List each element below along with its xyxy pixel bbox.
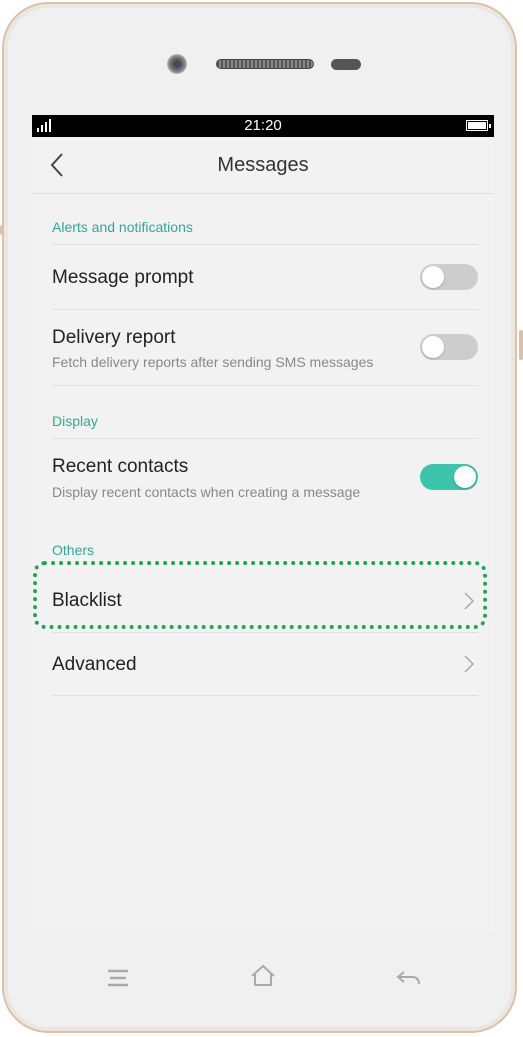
divider: [52, 385, 478, 386]
setting-delivery-report[interactable]: Delivery report Fetch delivery reports a…: [32, 310, 494, 385]
setting-recent-contacts[interactable]: Recent contacts Display recent contacts …: [32, 439, 494, 515]
section-display: Display: [52, 413, 98, 429]
status-bar: 21:20: [32, 115, 494, 137]
recent-contacts-description: Display recent contacts when creating a …: [52, 484, 361, 500]
phone-frame: 21:20 Messages Alerts and notifications …: [2, 2, 517, 1033]
delivery-report-description: Fetch delivery reports after sending SMS…: [52, 354, 374, 370]
message-prompt-label: Message prompt: [52, 267, 194, 288]
recent-contacts-label: Recent contacts: [52, 456, 189, 477]
battery-icon: [466, 120, 491, 131]
divider: [52, 695, 478, 696]
section-others: Others: [52, 542, 95, 558]
menu-icon[interactable]: [103, 964, 133, 992]
chevron-right-icon: [464, 655, 475, 673]
delivery-report-toggle[interactable]: [420, 334, 478, 360]
page-title: Messages: [217, 154, 309, 176]
recent-contacts-toggle[interactable]: [420, 464, 478, 490]
setting-advanced[interactable]: Advanced: [32, 633, 494, 695]
app-header: Messages: [32, 137, 494, 194]
advanced-label: Advanced: [52, 654, 137, 675]
status-time: 21:20: [244, 117, 282, 134]
hardware-nav-bar: [4, 934, 523, 1024]
section-alerts: Alerts and notifications: [52, 219, 193, 235]
power-button: [519, 330, 523, 360]
volume-button: [0, 225, 4, 235]
back-icon[interactable]: [394, 964, 424, 992]
screen: 21:20 Messages Alerts and notifications …: [32, 115, 494, 932]
home-icon[interactable]: [248, 962, 278, 990]
setting-message-prompt[interactable]: Message prompt: [32, 245, 494, 309]
delivery-report-label: Delivery report: [52, 327, 176, 348]
front-camera: [167, 54, 187, 74]
earpiece-speaker: [216, 59, 314, 69]
blacklist-highlight-box: [33, 561, 487, 629]
proximity-sensor: [331, 59, 361, 70]
message-prompt-toggle[interactable]: [420, 264, 478, 290]
